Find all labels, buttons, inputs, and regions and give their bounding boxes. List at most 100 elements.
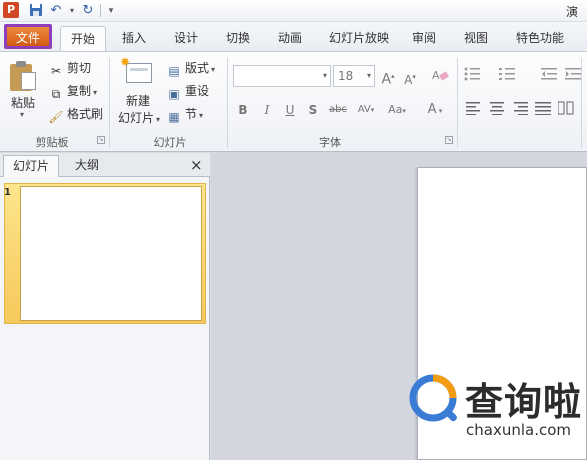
cut-button[interactable]: ✂ 剪切 — [48, 58, 91, 78]
cut-label: 剪切 — [67, 61, 92, 75]
section-button[interactable]: ▦ 节 ▾ — [166, 104, 203, 124]
layout-icon: ▤ — [168, 64, 180, 78]
paste-dropdown-icon[interactable]: ▾ — [20, 110, 24, 119]
font-group-label: 字体 — [319, 136, 341, 149]
ribbon-home: 粘贴 ▾ ✂ 剪切 ⧉ 复制 ▾ 🖌 格式刷 剪贴板 ↘ ✸ 新建 幻灯片 ▾ ▤ 版式 ▾ … — [0, 51, 587, 152]
slides-group-label: 幻灯片 — [153, 136, 187, 149]
format-painter-icon: 🖌 — [48, 110, 64, 124]
clipboard-launcher-icon[interactable]: ↘ — [97, 136, 105, 144]
save-icon[interactable] — [28, 3, 44, 19]
undo-dropdown-icon[interactable]: ▾ — [64, 3, 80, 19]
italic-button[interactable]: I — [258, 101, 276, 119]
tab-slideshow[interactable]: 幻灯片放映 — [322, 26, 396, 51]
tab-animations[interactable]: 动画 — [270, 26, 310, 51]
tab-review[interactable]: 审阅 — [404, 26, 444, 51]
reset-label: 重设 — [185, 84, 210, 98]
font-size-dropdown-icon[interactable]: ▾ — [367, 71, 371, 80]
bullets-button[interactable] — [463, 67, 485, 85]
group-separator — [581, 58, 582, 148]
columns-icon — [557, 101, 574, 115]
decrease-indent-icon — [541, 68, 557, 80]
font-size-value: 18 — [338, 69, 354, 83]
section-label: 节 — [185, 107, 198, 121]
group-separator — [109, 58, 110, 148]
tab-file[interactable]: 文件 — [4, 24, 52, 49]
new-slide-label-line2: 幻灯片 ▾ — [118, 111, 161, 125]
clipboard-group-label: 剪贴板 — [35, 136, 69, 149]
panel-tabs: 幻灯片 大纲 × — [0, 153, 210, 177]
slides-panel: 幻灯片 大纲 × 1 — [0, 153, 210, 460]
tab-outline[interactable]: 大纲 — [62, 155, 112, 177]
change-case-button[interactable]: Aa▾ — [383, 101, 411, 119]
copy-button[interactable]: ⧉ 复制 ▾ — [48, 81, 97, 101]
decrease-indent-button[interactable] — [540, 67, 560, 85]
justify-icon — [535, 102, 551, 115]
font-name-combo[interactable]: ▾ — [233, 65, 331, 87]
character-spacing-button[interactable]: AV▾ — [353, 101, 379, 119]
font-color-button[interactable]: A ▾ — [422, 101, 448, 119]
layout-label: 版式 — [185, 61, 210, 75]
qat-separator — [100, 4, 101, 17]
svg-text:A: A — [432, 69, 440, 82]
window-title: 演 — [566, 5, 579, 19]
group-separator — [457, 58, 458, 148]
new-slide-icon: ✸ — [120, 55, 154, 85]
reset-button[interactable]: ▣ 重设 — [166, 81, 209, 101]
align-left-icon — [466, 102, 480, 115]
align-center-button[interactable] — [488, 101, 506, 119]
shrink-font-button[interactable]: A▾ — [401, 68, 419, 87]
tab-slides[interactable]: 幻灯片 — [3, 155, 59, 177]
tab-transitions[interactable]: 切换 — [218, 26, 258, 51]
section-icon: ▦ — [168, 110, 180, 124]
section-dropdown-icon[interactable]: ▾ — [199, 111, 203, 120]
align-right-button[interactable] — [511, 101, 529, 119]
copy-icon: ⧉ — [51, 87, 61, 101]
scissors-icon: ✂ — [50, 64, 62, 78]
justify-button[interactable] — [534, 101, 552, 119]
tab-design[interactable]: 设计 — [166, 26, 206, 51]
redo-icon[interactable]: ↻ — [80, 3, 96, 19]
ribbon-tab-row: 文件 开始 插入 设计 切换 动画 幻灯片放映 审阅 视图 特色功能 — [0, 22, 587, 52]
title-bar: P ↶ ▾ ↻ ▾ 演 — [0, 0, 587, 22]
columns-button[interactable] — [557, 101, 575, 119]
numbering-icon — [499, 68, 515, 80]
text-shadow-button[interactable]: S — [304, 101, 322, 119]
tab-insert[interactable]: 插入 — [114, 26, 154, 51]
font-launcher-icon[interactable]: ↘ — [445, 136, 453, 144]
watermark-name: 查询啦 — [465, 380, 583, 424]
tab-special-features[interactable]: 特色功能 — [508, 26, 572, 51]
align-right-icon — [514, 102, 528, 115]
new-slide-label-line1: 新建 — [126, 94, 151, 108]
underline-button[interactable]: U — [281, 101, 299, 119]
align-left-button[interactable] — [465, 101, 483, 119]
chaxunla-logo-icon — [407, 372, 461, 426]
strikethrough-button[interactable]: abc — [327, 101, 349, 119]
clear-formatting-button[interactable]: A — [430, 67, 450, 85]
layout-dropdown-icon[interactable]: ▾ — [211, 65, 215, 74]
slide-number: 1 — [4, 187, 11, 198]
layout-button[interactable]: ▤ 版式 ▾ — [166, 58, 215, 78]
paste-label: 粘贴 — [11, 96, 36, 110]
group-separator — [227, 58, 228, 148]
font-size-combo[interactable]: 18 ▾ — [333, 65, 375, 87]
numbering-button[interactable] — [498, 67, 520, 85]
close-panel-icon[interactable]: × — [190, 155, 203, 175]
clear-formatting-icon: A — [432, 69, 449, 82]
reset-icon: ▣ — [168, 87, 180, 101]
align-center-icon — [490, 102, 504, 115]
format-painter-label: 格式刷 — [67, 107, 104, 121]
font-name-dropdown-icon[interactable]: ▾ — [323, 71, 327, 80]
watermark-url: chaxunla.com — [466, 421, 571, 439]
undo-icon[interactable]: ↶ — [48, 3, 64, 19]
copy-label: 复制 — [67, 84, 92, 98]
copy-dropdown-icon[interactable]: ▾ — [93, 88, 97, 97]
bold-button[interactable]: B — [234, 101, 252, 119]
format-painter-button[interactable]: 🖌 格式刷 — [48, 104, 103, 124]
customize-qat-icon[interactable]: ▾ — [103, 3, 119, 19]
paste-icon — [10, 60, 38, 92]
tab-home[interactable]: 开始 — [60, 26, 106, 52]
grow-font-button[interactable]: A▴ — [379, 67, 397, 88]
powerpoint-logo-icon[interactable]: P — [3, 2, 19, 18]
tab-view[interactable]: 视图 — [456, 26, 496, 51]
slide-thumbnail-1[interactable] — [20, 186, 202, 321]
